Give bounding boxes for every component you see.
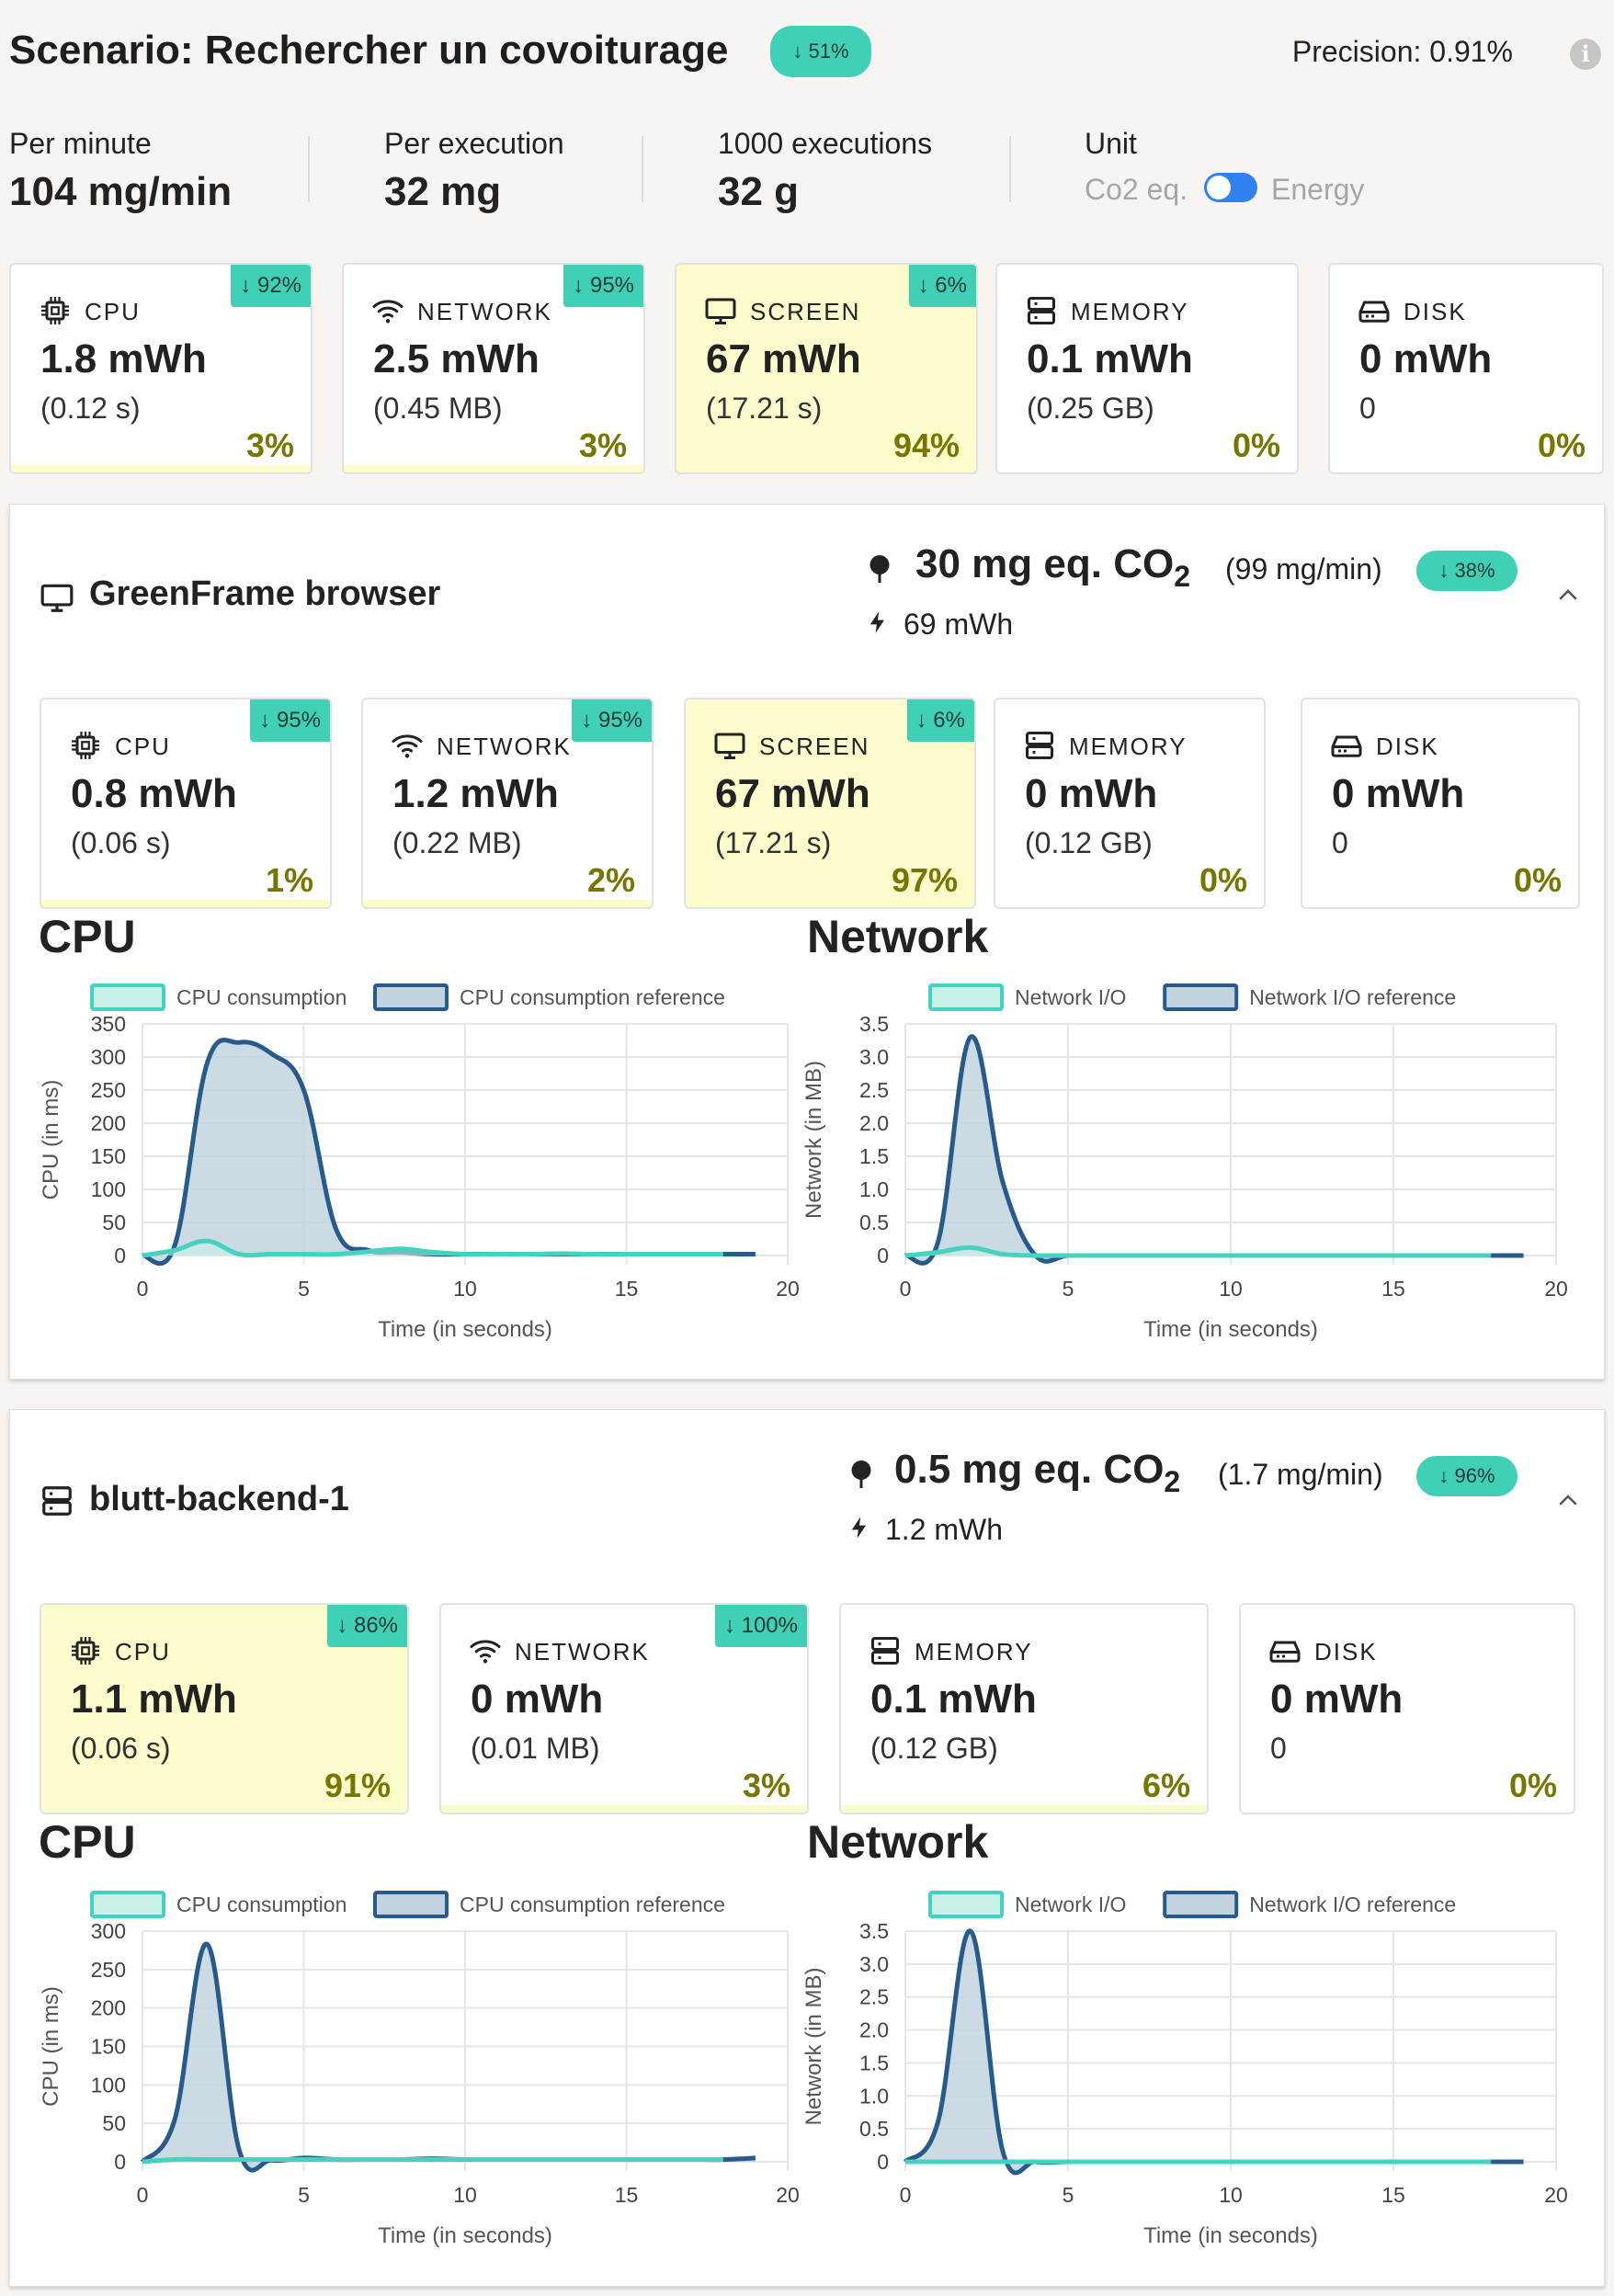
- chart-1: 0 0.5 1.0 1.5 2.0 2.5 3.0 3.5 0 5 10 15 20 Time (in s…: [801, 983, 1568, 1342]
- y-tick-label: 0: [114, 1244, 126, 1267]
- x-tick-label: 5: [298, 1277, 310, 1301]
- x-tick-label: 20: [1544, 1277, 1568, 1301]
- legend-swatch[interactable]: [928, 983, 1004, 1011]
- legend-label[interactable]: Network I/O reference: [1249, 1892, 1456, 1916]
- x-tick-label: 5: [1063, 1277, 1074, 1301]
- legend-label[interactable]: CPU consumption: [176, 985, 347, 1009]
- y-tick-label: 250: [91, 1958, 126, 1982]
- x-tick-label: 20: [776, 1277, 800, 1301]
- x-axis-title: Time (in seconds): [1143, 1317, 1318, 1342]
- y-tick-label: 250: [91, 1078, 126, 1102]
- y-tick-label: 50: [102, 1211, 126, 1234]
- y-tick-label: 3.5: [859, 1919, 889, 1943]
- legend-swatch[interactable]: [1163, 983, 1239, 1011]
- y-tick-label: 300: [91, 1045, 126, 1069]
- x-tick-label: 0: [900, 1277, 912, 1301]
- x-tick-label: 10: [1219, 2183, 1243, 2207]
- x-tick-label: 20: [776, 2183, 800, 2207]
- y-axis-title: Network (in MB): [801, 1967, 826, 2125]
- x-tick-label: 10: [1219, 1277, 1243, 1301]
- y-axis-title: CPU (in ms): [39, 1080, 63, 1200]
- y-axis-title: Network (in MB): [801, 1061, 826, 1219]
- series-area-reference: [142, 1040, 756, 1264]
- legend-swatch[interactable]: [90, 1891, 165, 1918]
- legend-swatch[interactable]: [373, 1891, 449, 1918]
- legend-swatch[interactable]: [90, 983, 165, 1011]
- y-tick-label: 0: [877, 1244, 889, 1267]
- x-tick-label: 15: [615, 1277, 639, 1301]
- legend-label[interactable]: Network I/O: [1015, 1892, 1126, 1916]
- series-line-reference: [904, 1928, 1524, 2176]
- x-tick-label: 10: [453, 2183, 477, 2207]
- y-tick-label: 2.0: [859, 2018, 889, 2042]
- legend-label[interactable]: CPU consumption: [176, 1892, 347, 1916]
- y-tick-label: 150: [91, 2035, 126, 2059]
- y-tick-label: 0: [114, 2150, 126, 2174]
- x-tick-label: 0: [137, 2183, 149, 2207]
- x-tick-label: 5: [298, 2183, 310, 2207]
- legend-label[interactable]: CPU consumption reference: [460, 985, 725, 1009]
- y-tick-label: 300: [91, 1919, 126, 1943]
- y-tick-label: 2.5: [859, 1078, 889, 1102]
- y-tick-label: 0.5: [859, 2117, 889, 2141]
- y-tick-label: 200: [91, 1111, 126, 1135]
- legend-swatch[interactable]: [928, 1891, 1004, 1918]
- y-tick-label: 150: [91, 1144, 126, 1168]
- charts-layer: 0501001502002503003500 5 10 15 20Time (in se…: [39, 983, 1568, 2248]
- x-tick-label: 0: [900, 2183, 912, 2207]
- y-tick-label: 3.5: [859, 1012, 889, 1036]
- x-axis-title: Time (in seconds): [378, 1317, 552, 1342]
- y-tick-label: 0: [877, 2150, 889, 2174]
- legend-label[interactable]: Network I/O: [1015, 985, 1126, 1009]
- y-tick-label: 100: [91, 1177, 126, 1201]
- y-tick-label: 2.5: [859, 1985, 889, 2009]
- x-axis-title: Time (in seconds): [1143, 2223, 1318, 2248]
- y-tick-label: 3.0: [859, 1952, 889, 1976]
- legend-swatch[interactable]: [1163, 1891, 1239, 1918]
- y-tick-label: 2.0: [859, 1111, 889, 1135]
- y-tick-label: 3.0: [859, 1045, 889, 1069]
- chart-3: 0 0.5 1.0 1.5 2.0 2.5 3.0 3.5 0 5 10 15 20 Time (in s…: [801, 1891, 1568, 2248]
- legend-swatch[interactable]: [373, 983, 449, 1011]
- y-tick-label: 350: [91, 1012, 126, 1036]
- y-tick-label: 50: [102, 2111, 126, 2135]
- series-line-current: [142, 2156, 723, 2165]
- chart-0: 0 50 100 150 200 250 300 350 0 5 10 15 20 Time (in se…: [39, 983, 800, 1342]
- y-tick-label: 0.5: [859, 1211, 889, 1234]
- y-tick-label: 1.0: [859, 2084, 889, 2108]
- chart-2: 0 50 100 150 200 250 300 0 5 10 15 20 Time (in secon…: [39, 1891, 800, 2248]
- y-tick-label: 200: [91, 1996, 126, 2020]
- y-tick-label: 1.5: [859, 2051, 889, 2074]
- x-tick-label: 15: [615, 2183, 639, 2207]
- x-axis-title: Time (in seconds): [378, 2223, 552, 2248]
- legend-label[interactable]: Network I/O reference: [1249, 985, 1456, 1009]
- x-tick-label: 0: [137, 1277, 149, 1301]
- y-tick-label: 100: [91, 2073, 126, 2097]
- y-axis-title: CPU (in ms): [39, 1986, 63, 2107]
- x-tick-label: 10: [453, 1277, 477, 1301]
- x-tick-label: 20: [1544, 2183, 1568, 2207]
- x-tick-label: 15: [1381, 1277, 1405, 1301]
- series-line-reference: [141, 1941, 756, 2173]
- x-tick-label: 15: [1381, 2183, 1405, 2207]
- x-tick-label: 5: [1063, 2183, 1074, 2207]
- y-tick-label: 1.0: [859, 1177, 889, 1201]
- legend-label[interactable]: CPU consumption reference: [460, 1892, 725, 1916]
- y-tick-label: 1.5: [859, 1144, 889, 1168]
